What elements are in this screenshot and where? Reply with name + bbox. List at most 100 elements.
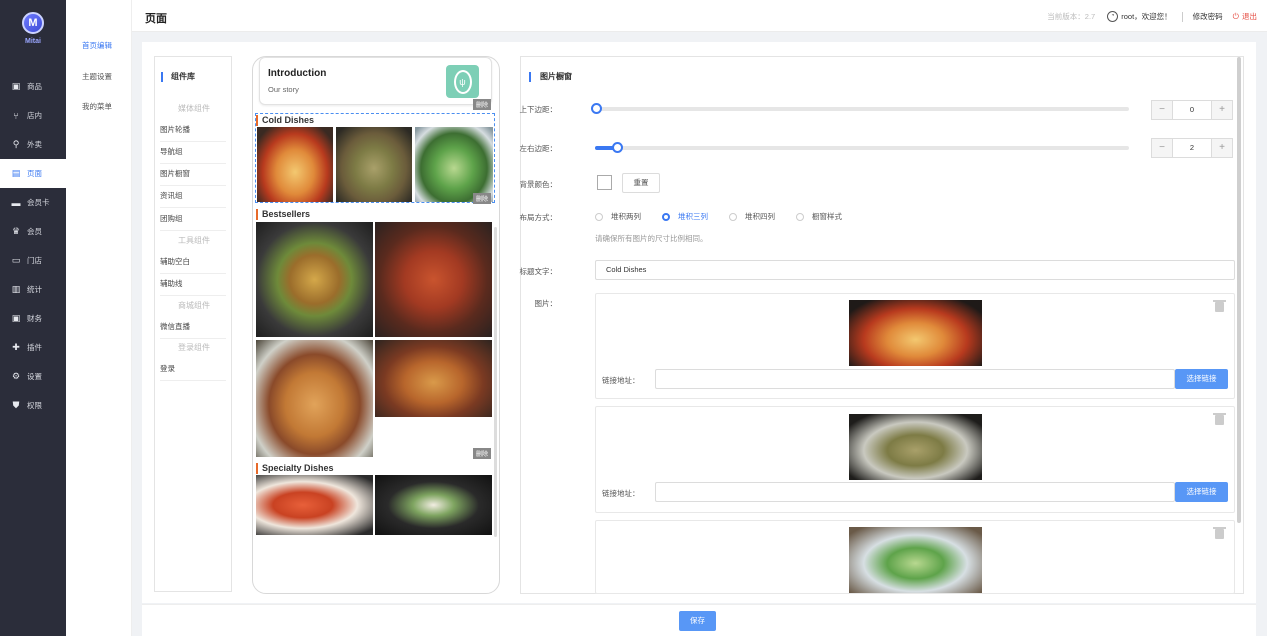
sidebar-item-3[interactable]: ▤ 页面 <box>0 159 66 188</box>
sidebar-item-label: 会员卡 <box>27 198 50 207</box>
layout-option-2col[interactable]: 堆积两列 <box>595 211 641 222</box>
library-item-groupbuy[interactable]: 团购组 <box>160 213 226 231</box>
library-group-mall: 商城组件 <box>178 301 210 310</box>
divider <box>1181 11 1183 22</box>
food-image <box>256 340 373 457</box>
vertical-margin-label: 上下边距： <box>519 105 558 114</box>
food-image <box>256 475 373 535</box>
library-item-line[interactable]: 辅助线 <box>160 278 226 296</box>
sidebar-item-label: 页面 <box>27 169 42 178</box>
link-input[interactable] <box>655 482 1175 502</box>
page-icon: ▤ <box>11 168 21 178</box>
property-editor: 图片橱窗 上下边距： − 0 + 左右边距： − 2 + 背景颜色： 重置 布局… <box>520 56 1244 594</box>
delete-tag[interactable]: 删除 <box>473 448 492 459</box>
image-item-card: 链接地址： 选择链接 <box>595 406 1235 513</box>
trash-icon[interactable] <box>1213 527 1226 539</box>
link-label: 链接地址： <box>602 489 640 498</box>
sidebar-item-label: 外卖 <box>27 140 42 149</box>
decrement-button[interactable]: − <box>1152 101 1172 119</box>
intro-card[interactable]: Introduction Our story ψ <box>259 57 492 105</box>
sidebar-item-10[interactable]: ⚙ 设置 <box>0 362 66 391</box>
reset-button[interactable]: 重置 <box>622 173 660 193</box>
sidebar-item-label: 店内 <box>27 111 42 120</box>
radio-button <box>662 212 670 221</box>
slider-handle[interactable] <box>591 103 602 114</box>
horizontal-margin-stepper: − 2 + <box>1151 138 1233 158</box>
library-group-login: 登录组件 <box>178 343 210 352</box>
sidebar-item-5[interactable]: ♛ 会员 <box>0 217 66 246</box>
select-link-button[interactable]: 选择链接 <box>1175 369 1228 389</box>
delete-tag[interactable]: 删除 <box>473 99 492 110</box>
sidebar-item-label: 权限 <box>27 401 42 410</box>
sidebar-item-11[interactable]: ⛊ 权限 <box>0 391 66 420</box>
editor-scrollbar[interactable] <box>1237 57 1241 523</box>
sidebar-item-0[interactable]: ▣ 商品 <box>0 72 66 101</box>
color-picker[interactable] <box>597 175 612 190</box>
layout-option-4col[interactable]: 堆积四列 <box>729 211 775 222</box>
app-logo[interactable]: M Mitai <box>0 12 66 45</box>
logout-button[interactable]: ⏻ 退出 <box>1233 11 1257 22</box>
vertical-margin-value[interactable]: 0 <box>1172 101 1212 119</box>
save-button[interactable]: 保存 <box>679 611 716 631</box>
library-item-nav-group[interactable]: 导航组 <box>160 146 226 164</box>
puzzle-icon: ✚ <box>12 342 20 352</box>
increment-button[interactable]: + <box>1212 101 1232 119</box>
layout-option-label: 堆积四列 <box>745 212 775 221</box>
food-image <box>375 340 492 417</box>
library-item-carousel[interactable]: 图片轮播 <box>160 124 226 142</box>
trash-icon[interactable] <box>1213 300 1226 312</box>
change-password-link[interactable]: 修改密码 <box>1193 11 1223 22</box>
library-item-image-showcase[interactable]: 图片橱窗 <box>160 168 226 186</box>
layout-option-3col[interactable]: 堆积三列 <box>662 211 708 222</box>
layout-option-showcase[interactable]: 橱窗样式 <box>796 211 842 222</box>
library-item-news-group[interactable]: 资讯组 <box>160 190 226 208</box>
sidebar-item-label: 门店 <box>27 256 42 265</box>
main-sidebar: M Mitai ▣ 商品 ⑂ 店内 ⚲ 外卖 ▤ 页面 ▬ 会员卡 ♛ 会员 ▭ 门店 ▥ 统计 ▣ 财务 ✚ 插件 ⚙… <box>0 0 66 636</box>
link-label: 链接地址： <box>602 376 640 385</box>
increment-button[interactable]: + <box>1212 139 1232 157</box>
stats-icon: ▥ <box>11 284 21 294</box>
library-item-live[interactable]: 微信直播 <box>160 321 226 339</box>
image-thumbnail <box>849 414 982 480</box>
horizontal-margin-value[interactable]: 2 <box>1172 139 1212 157</box>
title-text-label: 标题文字： <box>519 267 558 276</box>
sidebar-item-label: 财务 <box>27 314 42 323</box>
sidebar-item-9[interactable]: ✚ 插件 <box>0 333 66 362</box>
layout-hint: 请确保所有图片的尺寸比例相同。 <box>595 234 708 243</box>
decrement-button[interactable]: − <box>1152 139 1172 157</box>
sidebar-item-7[interactable]: ▥ 统计 <box>0 275 66 304</box>
power-icon: ⏻ <box>1232 11 1239 21</box>
horizontal-margin-label: 左右边距： <box>519 144 558 153</box>
sidebar-item-2[interactable]: ⚲ 外卖 <box>0 130 66 159</box>
subnav-theme-settings[interactable]: 主题设置 <box>82 71 112 82</box>
vertical-margin-slider[interactable] <box>591 103 1129 114</box>
trash-icon[interactable] <box>1213 413 1226 425</box>
radio-button <box>796 212 804 221</box>
link-input[interactable] <box>655 369 1175 389</box>
food-image <box>256 222 373 337</box>
subnav-home-edit[interactable]: 首页编辑 <box>82 40 112 51</box>
logo-icon: M <box>22 12 44 34</box>
layout-option-label: 橱窗样式 <box>812 212 842 221</box>
component-library: 组件库 媒体组件 图片轮播 导航组 图片橱窗 资讯组 团购组 工具组件 辅助空白… <box>154 56 232 592</box>
food-image <box>257 127 333 202</box>
horizontal-margin-slider[interactable] <box>595 142 1129 153</box>
image-thumbnail <box>849 300 982 366</box>
sidebar-item-4[interactable]: ▬ 会员卡 <box>0 188 66 217</box>
layout-option-label: 堆积三列 <box>678 212 708 221</box>
section-title-bestsellers: Bestsellers <box>256 209 310 220</box>
sidebar-item-6[interactable]: ▭ 门店 <box>0 246 66 275</box>
logout-label: 退出 <box>1242 12 1257 21</box>
title-text-input[interactable]: Cold Dishes <box>595 260 1235 280</box>
subnav-my-menu[interactable]: 我的菜单 <box>82 101 112 112</box>
select-link-button[interactable]: 选择链接 <box>1175 482 1228 502</box>
sidebar-item-label: 商品 <box>27 82 42 91</box>
delete-tag[interactable]: 删除 <box>473 193 492 204</box>
library-item-blank[interactable]: 辅助空白 <box>160 256 226 274</box>
sidebar-item-1[interactable]: ⑂ 店内 <box>0 101 66 130</box>
sidebar-item-8[interactable]: ▣ 财务 <box>0 304 66 333</box>
preview-scrollbar[interactable] <box>494 227 497 537</box>
library-item-login[interactable]: 登录 <box>160 363 226 381</box>
slider-handle[interactable] <box>612 142 623 153</box>
library-group-media: 媒体组件 <box>178 104 210 113</box>
